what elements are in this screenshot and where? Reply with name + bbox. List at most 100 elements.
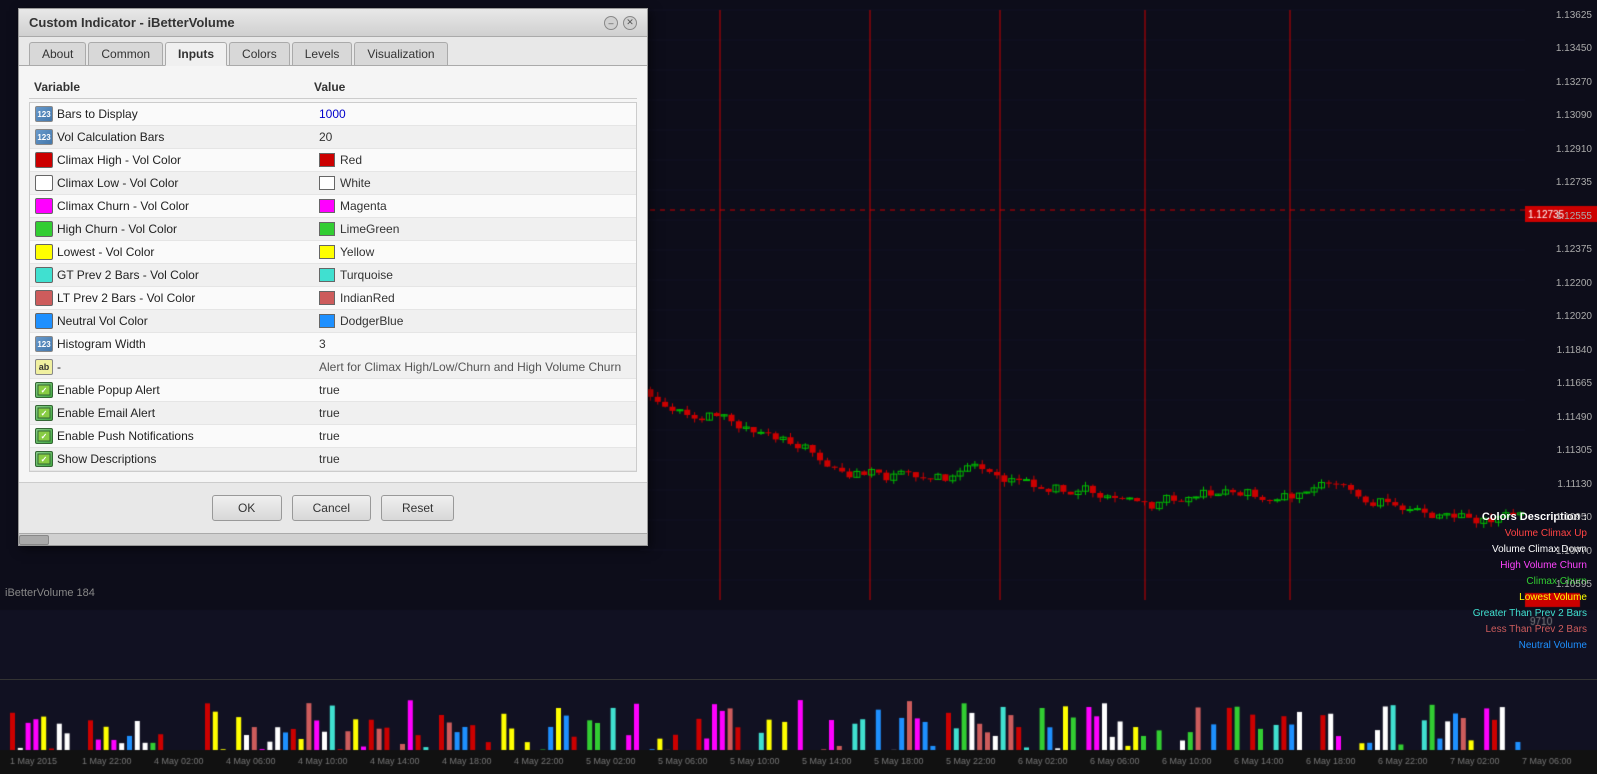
param-row[interactable]: ✓ Enable Push Notificationstrue <box>30 425 636 448</box>
color-icon <box>35 198 53 214</box>
price-label: 1.13625 <box>1522 10 1592 21</box>
price-label: 1.13270 <box>1522 77 1592 88</box>
param-name: Lowest - Vol Color <box>57 245 319 259</box>
param-value[interactable]: Yellow <box>319 245 631 259</box>
bool-icon: ✓ <box>35 405 53 421</box>
scrollbar-thumb[interactable] <box>19 535 49 545</box>
table-header: Variable Value <box>29 76 637 99</box>
param-row[interactable]: 123Vol Calculation Bars20 <box>30 126 636 149</box>
param-value[interactable]: 3 <box>319 337 631 351</box>
param-value[interactable]: 20 <box>319 130 631 144</box>
param-row[interactable]: ab-Alert for Climax High/Low/Churn and H… <box>30 356 636 379</box>
color-swatch <box>319 153 335 167</box>
color-swatch <box>319 176 335 190</box>
param-row[interactable]: Climax Low - Vol ColorWhite <box>30 172 636 195</box>
price-label: 1.10595 <box>1522 579 1592 590</box>
param-name: GT Prev 2 Bars - Vol Color <box>57 268 319 282</box>
custom-indicator-dialog[interactable]: Custom Indicator - iBetterVolume – ✕ Abo… <box>18 8 648 546</box>
dialog-title: Custom Indicator - iBetterVolume <box>29 15 235 30</box>
price-label: 1.13090 <box>1522 110 1592 121</box>
int-icon: 123 <box>35 129 53 145</box>
param-row[interactable]: Climax High - Vol ColorRed <box>30 149 636 172</box>
tab-inputs[interactable]: Inputs <box>165 42 227 66</box>
param-value[interactable]: Alert for Climax High/Low/Churn and High… <box>319 360 631 374</box>
tab-bar: AboutCommonInputsColorsLevelsVisualizati… <box>19 37 647 66</box>
legend-item: Greater Than Prev 2 Bars <box>1473 606 1587 622</box>
param-name: Climax High - Vol Color <box>57 153 319 167</box>
param-value[interactable]: true <box>319 406 631 420</box>
param-value[interactable]: Magenta <box>319 199 631 213</box>
color-icon <box>35 267 53 283</box>
params-scroll-area[interactable]: 123Bars to Display1000123Vol Calculation… <box>29 102 637 472</box>
color-swatch <box>319 314 335 328</box>
ok-button[interactable]: OK <box>212 495 282 521</box>
price-label: 1.13450 <box>1522 43 1592 54</box>
param-row[interactable]: LT Prev 2 Bars - Vol ColorIndianRed <box>30 287 636 310</box>
price-label: 1.12375 <box>1522 244 1592 255</box>
param-value[interactable]: LimeGreen <box>319 222 631 236</box>
tab-common[interactable]: Common <box>88 42 163 65</box>
dialog-scrollbar[interactable] <box>19 533 647 545</box>
price-label: 1.12735 <box>1522 177 1592 188</box>
svg-text:✓: ✓ <box>41 455 48 464</box>
param-value[interactable]: true <box>319 452 631 466</box>
dialog-controls[interactable]: – ✕ <box>604 16 637 30</box>
price-label: 1.11130 <box>1522 479 1592 490</box>
param-name: - <box>57 360 319 374</box>
param-row[interactable]: GT Prev 2 Bars - Vol ColorTurquoise <box>30 264 636 287</box>
ab-icon: ab <box>35 359 53 375</box>
int-icon: 123 <box>35 336 53 352</box>
param-value[interactable]: IndianRed <box>319 291 631 305</box>
param-name: LT Prev 2 Bars - Vol Color <box>57 291 319 305</box>
price-label: 1.10770 <box>1522 546 1592 557</box>
param-row[interactable]: 123 Histogram Width3 <box>30 333 636 356</box>
param-name: Enable Email Alert <box>57 406 319 420</box>
param-row[interactable]: Lowest - Vol ColorYellow <box>30 241 636 264</box>
param-name: Enable Push Notifications <box>57 429 319 443</box>
price-labels: 1.136251.134501.132701.130901.129101.127… <box>1522 0 1592 600</box>
param-value[interactable]: 1000 <box>319 107 631 121</box>
param-value[interactable]: true <box>319 383 631 397</box>
col-variable-header: Variable <box>34 80 314 94</box>
param-row[interactable]: ✓Show Descriptionstrue <box>30 448 636 471</box>
bool-icon: ✓ <box>35 451 53 467</box>
close-button[interactable]: ✕ <box>623 16 637 30</box>
tab-colors[interactable]: Colors <box>229 42 290 65</box>
param-value[interactable]: Turquoise <box>319 268 631 282</box>
color-icon <box>35 244 53 260</box>
param-name: Enable Popup Alert <box>57 383 319 397</box>
bool-icon: ✓ <box>35 428 53 444</box>
param-row[interactable]: ✓ Enable Email Alerttrue <box>30 402 636 425</box>
param-row[interactable]: ✓ Enable Popup Alerttrue <box>30 379 636 402</box>
param-name: Climax Low - Vol Color <box>57 176 319 190</box>
param-value[interactable]: DodgerBlue <box>319 314 631 328</box>
price-label: 1.11490 <box>1522 412 1592 423</box>
tab-levels[interactable]: Levels <box>292 42 353 65</box>
param-value[interactable]: Red <box>319 153 631 167</box>
bool-icon: ✓ <box>35 382 53 398</box>
minimize-button[interactable]: – <box>604 16 618 30</box>
param-row[interactable]: Climax Churn - Vol ColorMagenta <box>30 195 636 218</box>
dialog-content: Variable Value 123Bars to Display1000123… <box>19 66 647 482</box>
param-value[interactable]: White <box>319 176 631 190</box>
param-name: Histogram Width <box>57 337 319 351</box>
price-label: 1.12200 <box>1522 278 1592 289</box>
svg-text:✓: ✓ <box>41 409 48 418</box>
cancel-button[interactable]: Cancel <box>292 495 371 521</box>
svg-text:✓: ✓ <box>41 386 48 395</box>
param-row[interactable]: Neutral Vol ColorDodgerBlue <box>30 310 636 333</box>
tab-about[interactable]: About <box>29 42 86 65</box>
legend-item: Less Than Prev 2 Bars <box>1473 622 1587 638</box>
tab-visualization[interactable]: Visualization <box>354 42 447 65</box>
price-label: 1.12555 <box>1522 211 1592 222</box>
param-value[interactable]: true <box>319 429 631 443</box>
color-icon <box>35 175 53 191</box>
param-row[interactable]: 123Bars to Display1000 <box>30 103 636 126</box>
param-name: Bars to Display <box>57 107 319 121</box>
button-row: OK Cancel Reset <box>19 482 647 533</box>
reset-button[interactable]: Reset <box>381 495 454 521</box>
param-row[interactable]: High Churn - Vol ColorLimeGreen <box>30 218 636 241</box>
color-swatch <box>319 291 335 305</box>
col-value-header: Value <box>314 80 632 94</box>
param-name: High Churn - Vol Color <box>57 222 319 236</box>
